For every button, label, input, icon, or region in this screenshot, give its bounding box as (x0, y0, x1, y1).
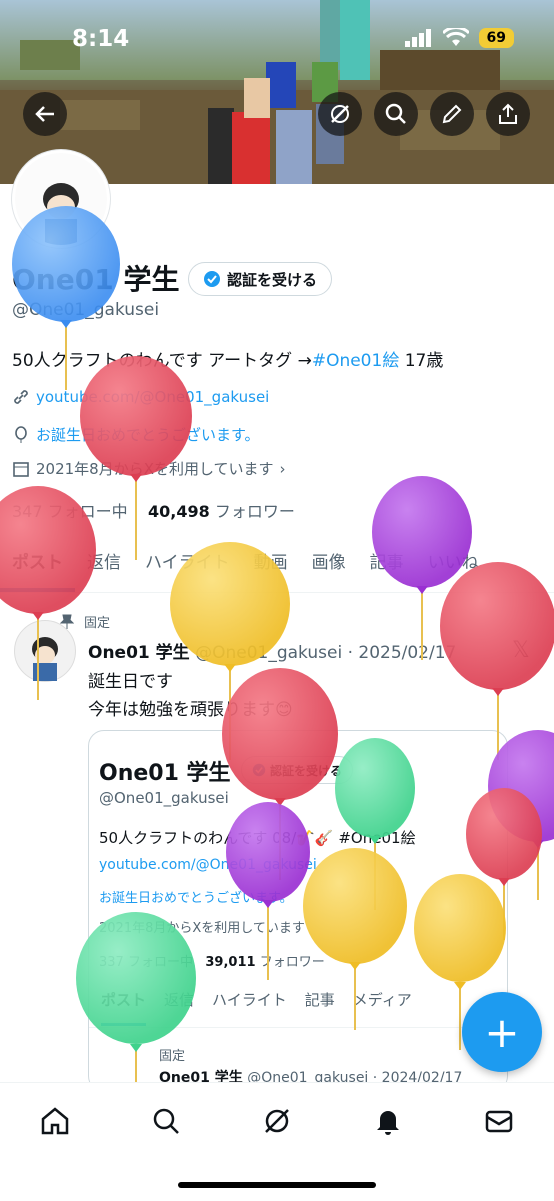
home-icon[interactable] (37, 1103, 73, 1139)
tweet-text: 誕生日です 今年は勉強を頑張ります😊 (88, 668, 293, 724)
card-birthday: お誕生日おめでとうございます。 (99, 891, 293, 906)
tweet-image-card[interactable]: One01 学生 認証を受ける @One01_gakusei 50人クラフトのわ… (88, 730, 508, 1092)
grok-icon[interactable] (259, 1103, 295, 1139)
card-joined: 2021年8月からXを利用しています (99, 921, 305, 936)
birthday-text[interactable]: お誕生日おめでとうございます。 (36, 424, 260, 445)
x-logo-icon: 𝕏 (512, 638, 530, 663)
pinned-label: 固定 (84, 616, 111, 631)
card-followers-label: フォロワー (259, 955, 325, 970)
bell-icon[interactable] (370, 1103, 406, 1139)
card-link: youtube.com/@One01_gakusei (99, 857, 317, 873)
card-tab-posts: ポスト (101, 989, 147, 1026)
card-tab-replies: 返信 (164, 991, 195, 1009)
verify-button[interactable]: 認証を受ける (188, 262, 333, 296)
verify-label: 認証を受ける (227, 270, 318, 289)
profile-joined-row[interactable]: 2021年8月からXを利用しています › (12, 458, 286, 479)
back-arrow-icon (35, 106, 54, 122)
tweet-avatar[interactable] (14, 620, 76, 682)
bio-hashtag[interactable]: #One01絵 (312, 351, 400, 371)
profile-tabs: ポスト 返信 ハイライト 動画 画像 記事 いいね (0, 546, 554, 593)
card-handle: @One01_gakusei (99, 789, 229, 807)
tab-articles[interactable]: 記事 (358, 546, 416, 592)
profile-name: One01 学生 (12, 263, 180, 296)
follow-stats: 347 フォロー中 40,498 フォロワー (12, 498, 295, 522)
profile-handle: @One01_gakusei (12, 300, 160, 320)
bio-text: 50人クラフトのわんです アートタグ → (12, 351, 312, 371)
tab-videos[interactable]: 動画 (242, 546, 300, 592)
balloon-icon (15, 425, 27, 443)
back-button[interactable] (23, 92, 67, 136)
wifi-icon (442, 28, 469, 46)
tweet-line-2: 今年は勉強を頑張ります😊 (88, 700, 293, 720)
profile-link-row: youtube.com/@One01_gakusei (12, 388, 269, 406)
profile-bio: 50人クラフトのわんです アートタグ →#One01絵 17歳 (12, 346, 443, 371)
tab-likes[interactable]: いいね (416, 546, 491, 592)
card-tab-articles: 記事 (304, 991, 335, 1009)
edit-button[interactable] (430, 92, 474, 136)
profile-birthday-row: お誕生日おめでとうございます。 (12, 424, 260, 445)
chevron-right-icon: › (279, 459, 286, 478)
status-icons: 69 (404, 28, 514, 48)
card-verify-button: 認証を受ける (241, 756, 354, 784)
verified-badge-icon (204, 271, 220, 287)
tweet-handle-date: @One01_gakusei · 2025/02/17 (195, 643, 457, 663)
card-bio: 50人クラフトのわんです 08/🎷🎸 #One01絵 (99, 829, 416, 847)
calendar-icon (13, 461, 29, 477)
grok-button[interactable] (318, 92, 362, 136)
card-followers-count: 39,011 (205, 955, 256, 970)
search-icon[interactable] (148, 1103, 184, 1139)
joined-text: 2021年8月からXを利用しています (36, 460, 274, 478)
compose-button[interactable]: + (462, 992, 542, 1072)
card-following-label: フォロー中 (127, 955, 193, 970)
tweet-author[interactable]: One01 学生 (88, 643, 190, 663)
status-time: 8:14 (72, 26, 130, 52)
card-follow-stats: 337 フォロー中 39,011 フォロワー (99, 951, 325, 970)
card-name: One01 学生 (99, 761, 231, 786)
card-tabs: ポスト 返信 ハイライト 記事 メディア (89, 989, 507, 1028)
profile-link[interactable]: youtube.com/@One01_gakusei (36, 388, 269, 406)
tab-images[interactable]: 画像 (300, 546, 358, 592)
card-tab-media: メディア (352, 991, 412, 1009)
following-count[interactable]: 347 (12, 502, 43, 521)
battery-indicator: 69 (478, 28, 514, 48)
card-pinned-label: 固定 (159, 1049, 186, 1064)
tab-highlights[interactable]: ハイライト (133, 546, 242, 592)
following-label[interactable]: フォロー中 (48, 502, 128, 521)
followers-label[interactable]: フォロワー (215, 502, 295, 521)
grok-icon (331, 105, 349, 123)
tab-posts[interactable]: ポスト (0, 546, 75, 592)
mail-icon[interactable] (481, 1103, 517, 1139)
verified-badge-icon (252, 763, 266, 777)
home-indicator (178, 1182, 376, 1188)
bio-age: 17歳 (399, 351, 444, 371)
link-icon (14, 390, 28, 404)
card-verify-label: 認証を受ける (270, 763, 343, 778)
search-button[interactable] (374, 92, 418, 136)
card-following-count: 337 (99, 955, 124, 970)
tweet-header: One01 学生 @One01_gakusei · 2025/02/17 (88, 638, 456, 663)
tab-replies[interactable]: 返信 (75, 546, 133, 592)
signal-icon (404, 29, 431, 47)
search-icon (385, 103, 406, 124)
pencil-icon (442, 104, 462, 124)
followers-count[interactable]: 40,498 (148, 502, 210, 521)
card-tab-highlights: ハイライト (212, 991, 287, 1009)
profile-avatar[interactable] (12, 150, 110, 248)
tweet-line-1: 誕生日です (88, 672, 173, 692)
share-icon (499, 103, 517, 124)
share-button[interactable] (486, 92, 530, 136)
